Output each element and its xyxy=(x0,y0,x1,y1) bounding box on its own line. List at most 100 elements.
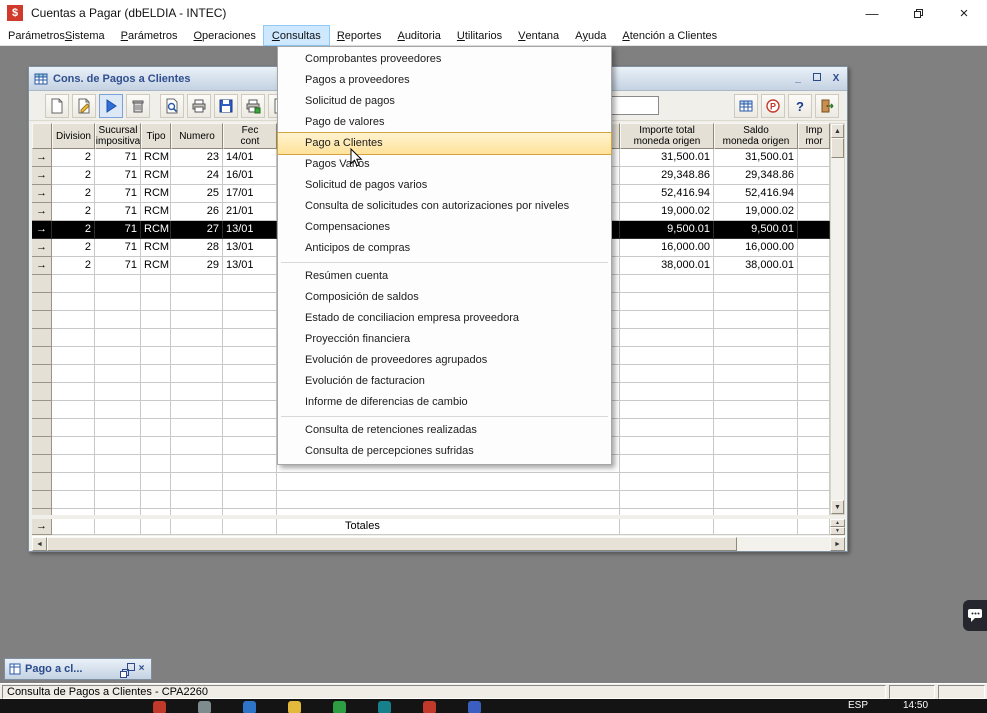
grid-cell[interactable] xyxy=(798,257,830,275)
grid-cell[interactable]: 2 xyxy=(52,167,95,185)
currency-button[interactable]: P xyxy=(761,94,785,118)
menu-item-consulta-de-percepciones-sufridas[interactable]: Consulta de percepciones sufridas xyxy=(278,441,611,462)
minimize-button[interactable]: — xyxy=(849,0,895,26)
grid-header-cell[interactable]: Imp mor xyxy=(798,123,830,149)
grid-cell[interactable]: RCM xyxy=(141,185,171,203)
grid-vertical-scrollbar[interactable]: ▲ ▼ xyxy=(830,123,845,515)
menu-item-pago-a-clientes[interactable]: Pago a Clientes xyxy=(278,133,611,154)
grid-cell[interactable] xyxy=(798,149,830,167)
menu-item-pagos-varios[interactable]: Pagos Varios xyxy=(278,154,611,175)
grid-cell[interactable]: 14/01 xyxy=(223,149,277,167)
menu-ventana[interactable]: Ventana xyxy=(510,26,567,45)
vertical-scroll-track[interactable] xyxy=(831,158,844,500)
menu-operaciones[interactable]: Operaciones xyxy=(185,26,263,45)
grid-header-cell[interactable]: Sucursal impositiva xyxy=(95,123,141,149)
menu-item-composicion-de-saldos[interactable]: Composición de saldos xyxy=(278,287,611,308)
menu-parametros[interactable]: Parámetros xyxy=(113,26,186,45)
delete-button[interactable] xyxy=(126,94,150,118)
grid-cell[interactable]: 19,000.02 xyxy=(620,203,714,221)
scroll-right-icon[interactable]: ► xyxy=(830,537,845,551)
menu-item-pago-de-valores[interactable]: Pago de valores xyxy=(278,112,611,133)
horizontal-scroll-track[interactable] xyxy=(737,537,830,551)
vertical-scroll-thumb[interactable] xyxy=(831,138,844,158)
grid-cell[interactable]: 2 xyxy=(52,149,95,167)
grid-header-cell[interactable]: Numero xyxy=(171,123,223,149)
grid-cell[interactable]: 71 xyxy=(95,167,141,185)
grid-cell[interactable]: 23 xyxy=(171,149,223,167)
grid-cell[interactable]: 21/01 xyxy=(223,203,277,221)
grid-cell[interactable]: 31,500.01 xyxy=(620,149,714,167)
edit-button[interactable] xyxy=(72,94,96,118)
grid-cell[interactable]: RCM xyxy=(141,257,171,275)
menu-utilitarios[interactable]: Utilitarios xyxy=(449,26,510,45)
grid-cell[interactable] xyxy=(798,221,830,239)
grid-header-cell[interactable]: Fec cont xyxy=(223,123,277,149)
menu-auditoria[interactable]: Auditoria xyxy=(389,26,448,45)
grid-header-cell[interactable]: Saldo moneda origen xyxy=(714,123,798,149)
horizontal-scroll-thumb[interactable] xyxy=(47,537,737,551)
grid-cell[interactable]: 9,500.01 xyxy=(714,221,798,239)
taskbar-app-icon[interactable] xyxy=(468,701,481,713)
spin-down-icon[interactable]: ▼ xyxy=(830,527,845,535)
grid-cell[interactable]: 2 xyxy=(52,221,95,239)
grid-cell[interactable] xyxy=(798,185,830,203)
grid-cell[interactable]: RCM xyxy=(141,149,171,167)
grid-cell[interactable]: 2 xyxy=(52,203,95,221)
grid-cell[interactable]: 16,000.00 xyxy=(714,239,798,257)
grid-cell[interactable] xyxy=(798,203,830,221)
child-maximize-button[interactable] xyxy=(811,73,823,85)
menu-ayuda[interactable]: Ayuda xyxy=(567,26,614,45)
taskbar-app-icon[interactable] xyxy=(333,701,346,713)
scroll-up-icon[interactable]: ▲ xyxy=(831,124,844,138)
menu-item-proyeccion-financiera[interactable]: Proyección financiera xyxy=(278,329,611,350)
minimized-child-window[interactable]: Pago a cl... × xyxy=(4,658,152,680)
grid-cell[interactable]: 2 xyxy=(52,257,95,275)
grid-cell[interactable]: 19,000.02 xyxy=(714,203,798,221)
menu-item-pagos-a-proveedores[interactable]: Pagos a proveedores xyxy=(278,70,611,91)
grid-header-cell[interactable]: Tipo xyxy=(141,123,171,149)
grid-cell[interactable]: 52,416.94 xyxy=(714,185,798,203)
scroll-left-icon[interactable]: ◄ xyxy=(32,537,47,551)
preview-button[interactable] xyxy=(160,94,184,118)
menu-item-solicitud-de-pagos[interactable]: Solicitud de pagos xyxy=(278,91,611,112)
taskbar-app-icon[interactable] xyxy=(243,701,256,713)
grid-cell[interactable]: RCM xyxy=(141,167,171,185)
grid-cell[interactable]: 2 xyxy=(52,239,95,257)
grid-cell[interactable]: 28 xyxy=(171,239,223,257)
grid-cell[interactable]: 29 xyxy=(171,257,223,275)
menu-reportes[interactable]: Reportes xyxy=(329,26,390,45)
taskbar-app-icon[interactable] xyxy=(423,701,436,713)
menu-atencion-a-clientes[interactable]: Atención a Clientes xyxy=(614,26,725,45)
grid-cell[interactable]: 38,000.01 xyxy=(620,257,714,275)
taskbar-app-icon[interactable] xyxy=(153,701,166,713)
help-button[interactable]: ? xyxy=(788,94,812,118)
grid-cell[interactable]: 9,500.01 xyxy=(620,221,714,239)
totals-spinner[interactable]: ▲ ▼ xyxy=(830,519,845,535)
grid-cell[interactable]: 31,500.01 xyxy=(714,149,798,167)
grid-view-button[interactable] xyxy=(734,94,758,118)
grid-cell[interactable] xyxy=(798,239,830,257)
menu-item-consulta-de-solicitudes-con-autorizaciones-por-niveles[interactable]: Consulta de solicitudes con autorizacion… xyxy=(278,196,611,217)
grid-cell[interactable]: RCM xyxy=(141,221,171,239)
grid-cell[interactable]: RCM xyxy=(141,239,171,257)
menu-item-solicitud-de-pagos-varios[interactable]: Solicitud de pagos varios xyxy=(278,175,611,196)
grid-cell[interactable]: 71 xyxy=(95,149,141,167)
grid-horizontal-scrollbar[interactable]: ◄ ► xyxy=(32,536,845,551)
restore-button[interactable] xyxy=(895,0,941,26)
taskbar-clock[interactable]: 14:50 xyxy=(903,700,928,711)
grid-cell[interactable]: 13/01 xyxy=(223,221,277,239)
print-button[interactable] xyxy=(187,94,211,118)
grid-header-cell[interactable]: Importe total moneda origen xyxy=(620,123,714,149)
grid-cell[interactable]: 29,348.86 xyxy=(620,167,714,185)
menu-item-consulta-de-retenciones-realizadas[interactable]: Consulta de retenciones realizadas xyxy=(278,420,611,441)
grid-cell[interactable]: RCM xyxy=(141,203,171,221)
grid-cell[interactable]: 2 xyxy=(52,185,95,203)
menu-item-evolucion-de-proveedores-agrupados[interactable]: Evolución de proveedores agrupados xyxy=(278,350,611,371)
grid-cell[interactable] xyxy=(798,167,830,185)
print-setup-button[interactable] xyxy=(241,94,265,118)
new-button[interactable] xyxy=(45,94,69,118)
grid-cell[interactable]: 25 xyxy=(171,185,223,203)
exit-button[interactable] xyxy=(815,94,839,118)
menu-item-compensaciones[interactable]: Compensaciones xyxy=(278,217,611,238)
grid-cell[interactable]: 71 xyxy=(95,221,141,239)
